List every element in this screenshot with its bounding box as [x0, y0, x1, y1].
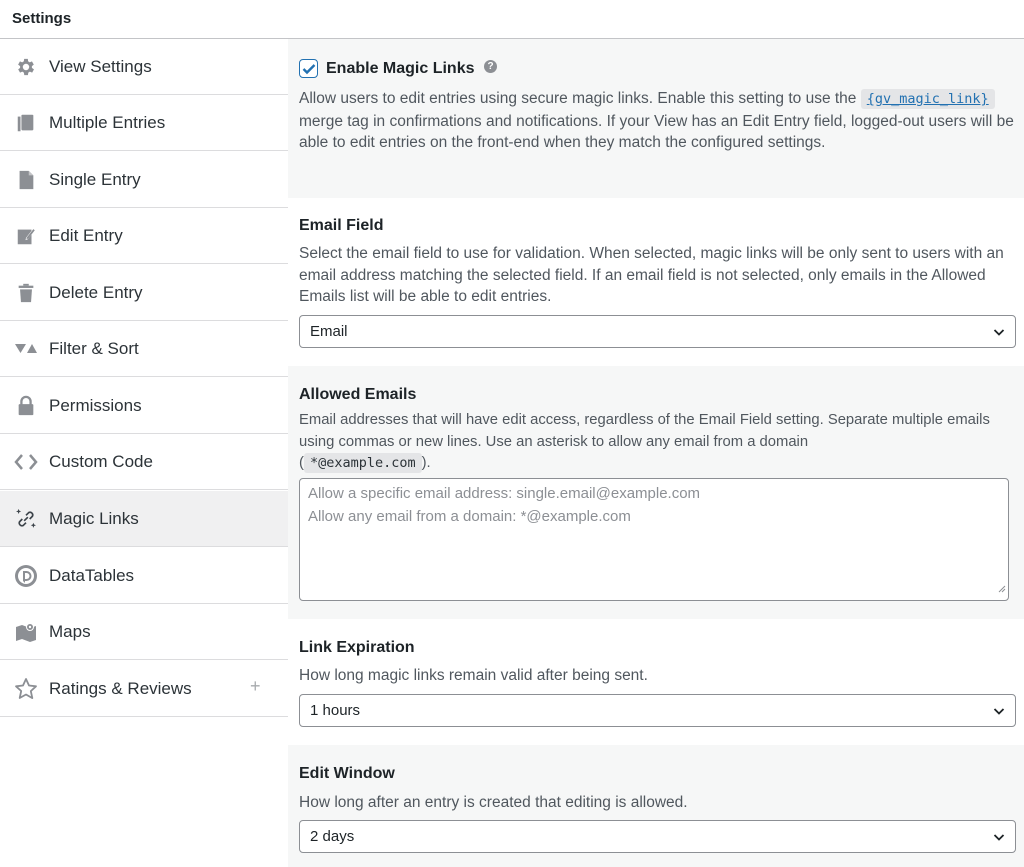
- email-field-section: Email Field Select the email field to us…: [288, 198, 1024, 366]
- textarea-placeholder-line: Allow any email from a domain: *@example…: [308, 508, 631, 525]
- allowed-emails-description: Email addresses that will have edit acce…: [299, 410, 1017, 475]
- settings-sidebar: View Settings Multiple Entries Single En…: [0, 39, 288, 867]
- textarea-placeholder-line: Allow a specific email address: single.e…: [308, 485, 701, 502]
- sidebar-item-view-settings[interactable]: View Settings: [0, 39, 288, 95]
- sidebar-item-label: DataTables: [49, 566, 135, 585]
- sidebar-item-label: Custom Code: [49, 452, 153, 471]
- edit-window-title: Edit Window: [299, 765, 395, 782]
- help-icon[interactable]: ?: [484, 60, 497, 73]
- filter-icon: [14, 337, 38, 361]
- sidebar-item-edit-entry[interactable]: Edit Entry: [0, 208, 288, 264]
- add-icon[interactable]: +: [250, 676, 261, 697]
- map-icon: [14, 620, 38, 644]
- sidebar-item-label: Filter & Sort: [49, 339, 139, 358]
- link-expiration-section: Link Expiration How long magic links rem…: [288, 619, 1024, 745]
- description-text: Allow users to edit entries using secure…: [299, 90, 857, 107]
- allowed-emails-section: Allowed Emails Email addresses that will…: [288, 366, 1024, 619]
- sidebar-item-datatables[interactable]: DataTables: [0, 548, 288, 604]
- description-text: Email addresses that will have edit acce…: [299, 412, 990, 450]
- enable-magic-links-label[interactable]: Enable Magic Links: [326, 60, 474, 78]
- sidebar-item-filter-sort[interactable]: Filter & Sort: [0, 321, 288, 377]
- lock-icon: [14, 394, 38, 418]
- sidebar-item-label: Ratings & Reviews: [49, 679, 192, 698]
- allowed-emails-textarea[interactable]: Allow a specific email address: single.e…: [299, 478, 1009, 601]
- sidebar-item-label: Edit Entry: [49, 226, 123, 245]
- enable-magic-links-checkbox[interactable]: [299, 59, 318, 78]
- copy-icon: [14, 111, 38, 135]
- chevron-down-icon: [993, 830, 1005, 848]
- sidebar-item-label: Permissions: [49, 396, 142, 415]
- enable-magic-links-description: Allow users to edit entries using secure…: [299, 88, 1017, 154]
- example-code: *@example.com: [303, 453, 422, 473]
- email-field-title: Email Field: [299, 217, 384, 234]
- link-expiration-title: Link Expiration: [299, 639, 415, 656]
- sidebar-item-magic-links[interactable]: Magic Links: [0, 491, 288, 547]
- sidebar-item-label: Maps: [49, 622, 91, 641]
- chevron-down-icon: [993, 704, 1005, 722]
- settings-header: Settings: [0, 0, 1024, 39]
- datatables-icon: [14, 564, 38, 588]
- chevron-down-icon: [993, 325, 1005, 343]
- sidebar-item-label: Multiple Entries: [49, 113, 166, 132]
- sidebar-item-multiple-entries[interactable]: Multiple Entries: [0, 95, 288, 151]
- link-expiration-value: 1 hours: [310, 702, 361, 719]
- sidebar-item-label: View Settings: [49, 57, 152, 76]
- sidebar-item-permissions[interactable]: Permissions: [0, 378, 288, 434]
- email-field-value: Email: [310, 323, 348, 340]
- sidebar-item-label: Magic Links: [49, 509, 139, 528]
- description-text: ).: [421, 455, 431, 471]
- settings-content: Enable Magic Links ? Allow users to edit…: [288, 39, 1024, 867]
- sidebar-item-label: Single Entry: [49, 170, 141, 189]
- edit-icon: [14, 224, 38, 248]
- star-icon: [14, 677, 38, 701]
- email-field-select[interactable]: Email: [299, 315, 1016, 348]
- allowed-emails-title: Allowed Emails: [299, 386, 417, 403]
- sidebar-item-custom-code[interactable]: Custom Code: [0, 434, 288, 490]
- email-field-description: Select the email field to use for valida…: [299, 245, 1004, 305]
- edit-window-select[interactable]: 2 days: [299, 820, 1016, 853]
- document-icon: [14, 168, 38, 192]
- description-text: merge tag in confirmations and notificat…: [299, 112, 1014, 152]
- sidebar-item-maps[interactable]: Maps: [0, 604, 288, 660]
- sidebar-item-delete-entry[interactable]: Delete Entry: [0, 265, 288, 321]
- code-icon: [14, 450, 38, 474]
- edit-window-value: 2 days: [310, 828, 355, 845]
- link-expiration-select[interactable]: 1 hours: [299, 694, 1016, 727]
- link-expiration-description: How long magic links remain valid after …: [299, 667, 648, 684]
- trash-icon: [14, 281, 38, 305]
- edit-window-description: How long after an entry is created that …: [299, 794, 688, 811]
- sidebar-item-label: Delete Entry: [49, 283, 143, 302]
- enable-magic-links-section: Enable Magic Links ? Allow users to edit…: [288, 39, 1024, 198]
- gear-icon: [14, 55, 38, 79]
- resize-handle-icon[interactable]: [997, 580, 1006, 598]
- sidebar-item-ratings-reviews[interactable]: Ratings & Reviews +: [0, 661, 288, 717]
- merge-tag-code[interactable]: {gv_magic_link}: [860, 89, 995, 109]
- sidebar-item-single-entry[interactable]: Single Entry: [0, 152, 288, 208]
- edit-window-section: Edit Window How long after an entry is c…: [288, 745, 1024, 867]
- magic-link-icon: [14, 507, 38, 531]
- page-title: Settings: [12, 10, 72, 27]
